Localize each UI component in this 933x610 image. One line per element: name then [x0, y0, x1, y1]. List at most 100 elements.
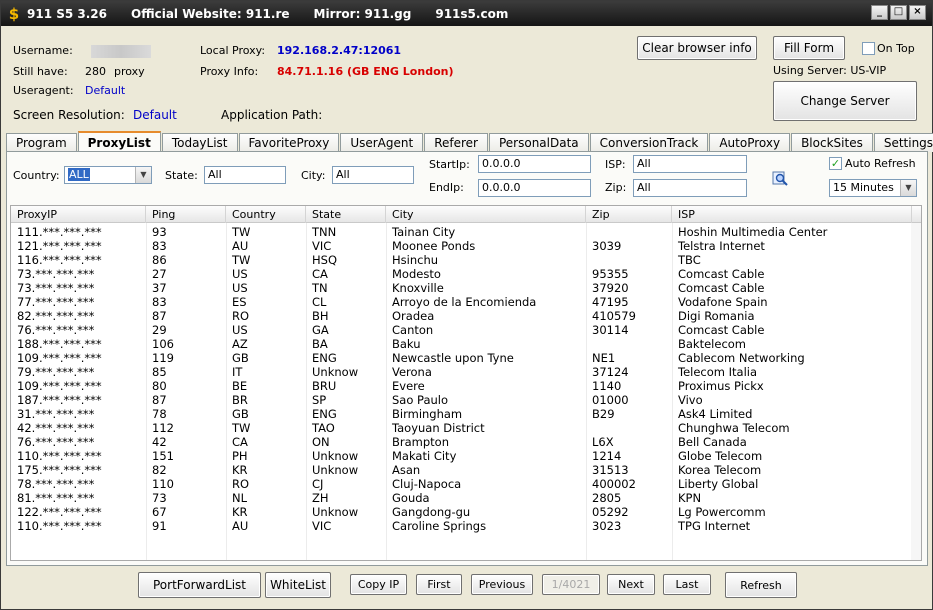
- cell-country: NL: [232, 491, 248, 505]
- cell-zip: 30114: [592, 323, 629, 337]
- endip-input[interactable]: 0.0.0.0: [478, 179, 591, 197]
- cell-isp: Comcast Cable: [678, 281, 765, 295]
- cell-ping: 106: [152, 337, 174, 351]
- cell-zip: [586, 225, 672, 239]
- search-icon[interactable]: [772, 170, 790, 188]
- tab-blocksites[interactable]: BlockSites: [791, 133, 873, 152]
- previous-page-button[interactable]: Previous: [471, 574, 533, 595]
- title-bar[interactable]: $ 911 S5 3.26 Official Website: 911.re M…: [1, 1, 932, 26]
- fill-form-button[interactable]: Fill Form: [773, 36, 845, 60]
- cell-isp: Bell Canada: [678, 435, 747, 449]
- refresh-button[interactable]: Refresh: [725, 572, 797, 598]
- cell-ping: 82: [152, 463, 167, 477]
- cell-isp: Vodafone Spain: [678, 295, 768, 309]
- cell-city: Oradea: [392, 309, 435, 323]
- tab-program[interactable]: Program: [6, 133, 77, 152]
- cell-state: SP: [312, 393, 327, 407]
- cell-proxyip: 42.***.***.***: [17, 421, 95, 435]
- cell-state: TNN: [312, 225, 337, 239]
- cell-ping: 87: [152, 309, 167, 323]
- cell-state: CL: [312, 295, 327, 309]
- first-page-button[interactable]: First: [416, 574, 462, 595]
- cell-zip: [586, 337, 672, 351]
- tab-personaldata[interactable]: PersonalData: [488, 133, 589, 152]
- tab-settings[interactable]: Settings: [873, 133, 933, 152]
- tab-referer[interactable]: Referer: [424, 133, 488, 152]
- last-page-button[interactable]: Last: [663, 574, 711, 595]
- cell-country: TW: [232, 225, 251, 239]
- tab-favoriteproxy[interactable]: FavoriteProxy: [238, 133, 340, 152]
- next-page-button[interactable]: Next: [607, 574, 655, 595]
- cell-zip: 400002: [592, 477, 636, 491]
- cell-city: Caroline Springs: [392, 519, 487, 533]
- proxy-info-value: 84.71.1.16 (GB ENG London): [277, 65, 454, 78]
- chevron-down-icon[interactable]: ▼: [900, 180, 916, 196]
- column-divider: [306, 223, 307, 560]
- cell-state: CA: [312, 267, 328, 281]
- city-input[interactable]: All: [332, 166, 414, 184]
- cell-state: Unknow: [312, 463, 359, 477]
- cell-isp: Telecom Italia: [678, 365, 758, 379]
- tab-proxylist[interactable]: ProxyList: [77, 131, 161, 152]
- cell-ping: 29: [152, 323, 167, 337]
- cell-country: GB: [232, 351, 249, 365]
- maximize-icon[interactable]: □: [890, 5, 907, 20]
- cell-proxyip: 81.***.***.***: [17, 491, 95, 505]
- cell-zip: L6X: [592, 435, 614, 449]
- tab-useragent[interactable]: UserAgent: [340, 133, 424, 152]
- still-have-label: Still have:: [13, 65, 68, 78]
- state-input[interactable]: All: [204, 166, 286, 184]
- refresh-interval-select[interactable]: 15 Minutes ▼: [829, 179, 917, 197]
- cell-city: Makati City: [392, 449, 457, 463]
- cell-city: Tainan City: [392, 225, 456, 239]
- cell-ping: 112: [152, 421, 174, 435]
- cell-isp: TPG Internet: [678, 519, 751, 533]
- column-divider: [386, 223, 387, 560]
- startip-label: StartIp:: [429, 158, 470, 171]
- proxy-table[interactable]: ProxyIP Ping Country State City Zip ISP 111.**…: [10, 205, 922, 561]
- vertical-scrollbar[interactable]: [911, 223, 921, 560]
- cell-isp: Telstra Internet: [678, 239, 765, 253]
- column-header-proxyip[interactable]: ProxyIP: [11, 206, 146, 223]
- cell-country: PH: [232, 449, 248, 463]
- screen-resolution-value[interactable]: Default: [133, 108, 177, 122]
- cell-proxyip: 79.***.***.***: [17, 365, 95, 379]
- tab-todaylist[interactable]: TodayList: [161, 133, 238, 152]
- cell-isp: TBC: [678, 253, 701, 267]
- cell-state: BA: [312, 337, 328, 351]
- cell-city: Taoyuan District: [392, 421, 485, 435]
- portforward-list-button[interactable]: PortForwardList: [138, 572, 261, 598]
- column-header-country[interactable]: Country: [226, 206, 306, 223]
- cell-zip: B29: [592, 407, 615, 421]
- column-header-state[interactable]: State: [306, 206, 386, 223]
- minimize-icon[interactable]: _: [871, 5, 888, 20]
- auto-refresh-label: Auto Refresh: [845, 157, 916, 170]
- close-icon[interactable]: ×: [909, 5, 926, 20]
- column-header-ping[interactable]: Ping: [146, 206, 226, 223]
- isp-input[interactable]: All: [633, 155, 747, 173]
- cell-country: US: [232, 267, 248, 281]
- cell-country: BE: [232, 379, 248, 393]
- column-header-isp[interactable]: ISP: [672, 206, 912, 223]
- cell-zip: 47195: [592, 295, 629, 309]
- tab-conversiontrack[interactable]: ConversionTrack: [589, 133, 709, 152]
- whitelist-button[interactable]: WhiteList: [265, 572, 331, 598]
- copy-ip-button[interactable]: Copy IP: [350, 574, 407, 595]
- endip-label: EndIp:: [429, 181, 464, 194]
- column-header-zip[interactable]: Zip: [586, 206, 672, 223]
- country-select[interactable]: ALL ▼: [64, 166, 152, 184]
- cell-zip: 37124: [592, 365, 629, 379]
- chevron-down-icon[interactable]: ▼: [135, 167, 151, 183]
- auto-refresh-checkbox[interactable]: ✓: [829, 157, 842, 170]
- column-header-city[interactable]: City: [386, 206, 586, 223]
- cell-proxyip: 31.***.***.***: [17, 407, 95, 421]
- change-server-button[interactable]: Change Server: [773, 81, 917, 121]
- cell-city: Asan: [392, 463, 421, 477]
- clear-browser-info-button[interactable]: Clear browser info: [637, 36, 757, 60]
- startip-input[interactable]: 0.0.0.0: [478, 155, 591, 173]
- on-top-checkbox[interactable]: [862, 42, 875, 55]
- useragent-value[interactable]: Default: [85, 84, 125, 97]
- zip-input[interactable]: All: [633, 179, 747, 197]
- tab-autoproxy[interactable]: AutoProxy: [709, 133, 791, 152]
- cell-city: Canton: [392, 323, 434, 337]
